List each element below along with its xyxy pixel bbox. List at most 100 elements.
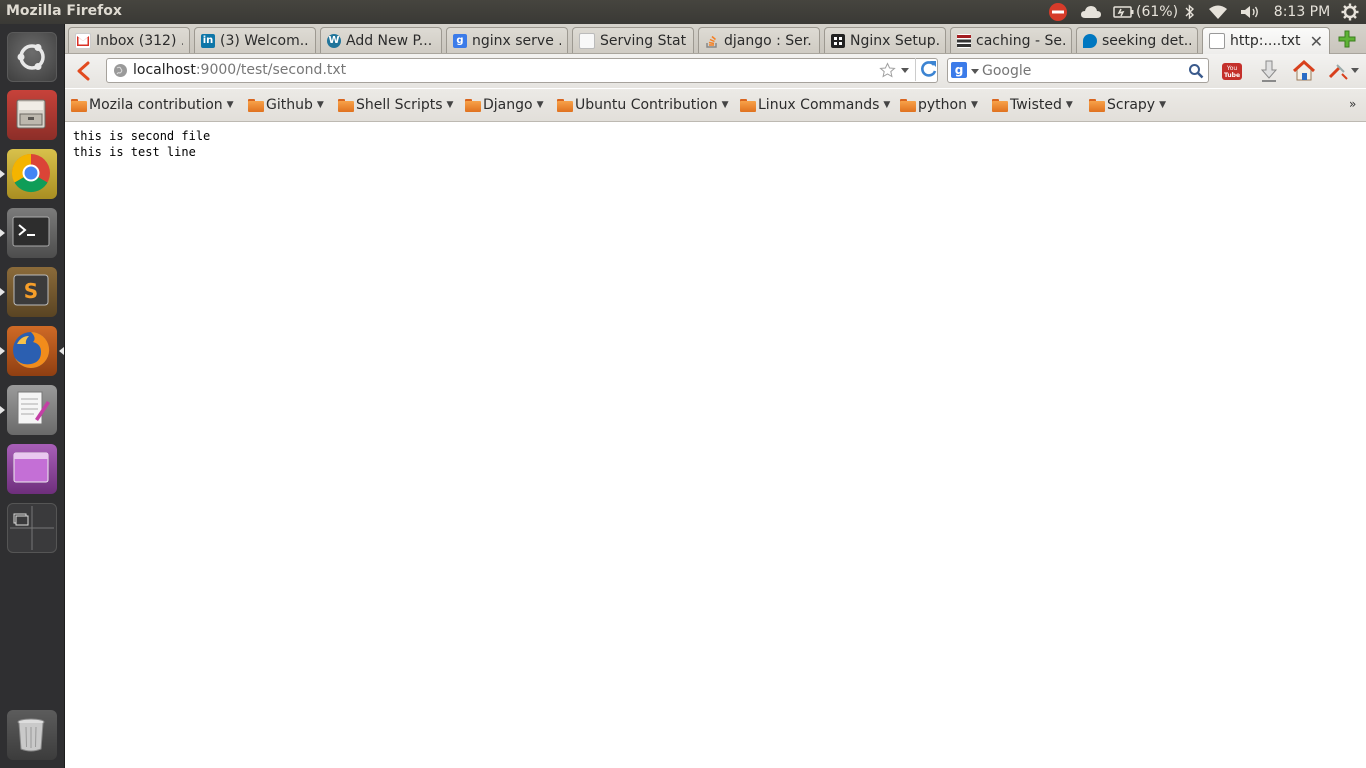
reload-button[interactable] xyxy=(915,58,938,81)
url-history-dropdown-icon[interactable] xyxy=(901,68,909,73)
google-icon: g xyxy=(453,33,467,48)
sublime-text-icon: S xyxy=(13,274,49,306)
volume-icon[interactable] xyxy=(1238,0,1262,24)
workspace-grid-icon xyxy=(10,506,54,550)
bookmark-folder-twisted[interactable]: Twisted ▼ xyxy=(992,96,1073,114)
text-editor-launcher-button[interactable] xyxy=(7,385,57,435)
search-input[interactable] xyxy=(982,61,1182,80)
tab-serving-static[interactable]: Serving Stat... xyxy=(572,27,694,53)
bookmark-folder-shell-scripts[interactable]: Shell Scripts ▼ xyxy=(338,96,453,114)
running-indicator-sublime xyxy=(0,288,5,296)
home-icon xyxy=(1292,59,1316,81)
chrome-launcher-button[interactable] xyxy=(7,149,57,199)
bookmark-label: Scrapy xyxy=(1107,97,1156,113)
bookmark-folder-scrapy[interactable]: Scrapy ▼ xyxy=(1089,96,1166,114)
folder-icon xyxy=(71,98,87,112)
unity-launcher: S xyxy=(0,24,65,768)
workspace-app-launcher-button[interactable] xyxy=(7,444,57,494)
back-arrow-icon xyxy=(77,61,90,81)
tab-django-serve[interactable]: django : Ser... xyxy=(698,27,820,53)
tab-nginx-setup[interactable]: Nginx Setup... xyxy=(824,27,946,53)
focused-indicator-firefox xyxy=(59,347,64,355)
folder-icon xyxy=(248,98,264,112)
tab-title: (3) Welcom... xyxy=(220,32,309,49)
tab-active-second-txt[interactable]: http:....txt ✕ xyxy=(1202,27,1330,54)
home-button[interactable] xyxy=(1291,58,1317,84)
tab-add-new-post[interactable]: W Add New P... xyxy=(320,27,442,53)
bluetooth-icon[interactable] xyxy=(1182,0,1198,24)
back-button[interactable] xyxy=(73,60,95,82)
bookmark-folder-python[interactable]: python ▼ xyxy=(900,96,978,114)
cloud-icon[interactable] xyxy=(1078,0,1104,24)
addon-dropdown-icon[interactable] xyxy=(1351,68,1359,73)
tab-title: Serving Stat... xyxy=(600,32,687,49)
reload-icon xyxy=(921,61,937,77)
tab-title: seeking det... xyxy=(1102,32,1191,49)
bookmarks-overflow-chevron-icon[interactable]: » xyxy=(1349,97,1356,111)
addon-menu-button[interactable] xyxy=(1327,60,1363,82)
bookmark-folder-ubuntu-contribution[interactable]: Ubuntu Contribution ▼ xyxy=(557,96,729,114)
files-launcher-button[interactable] xyxy=(7,90,57,140)
bookmark-folder-django[interactable]: Django ▼ xyxy=(465,96,544,114)
folder-icon xyxy=(1089,98,1105,112)
tab-seeking-det[interactable]: seeking det... xyxy=(1076,27,1198,53)
session-gear-icon[interactable] xyxy=(1338,0,1362,24)
new-tab-button[interactable] xyxy=(1334,27,1360,51)
stackoverflow-icon xyxy=(705,34,719,48)
download-arrow-icon xyxy=(1260,60,1278,82)
folder-icon xyxy=(900,98,916,112)
wordpress-icon: W xyxy=(327,33,341,48)
firefox-launcher-button[interactable] xyxy=(7,326,57,376)
search-bar[interactable]: g xyxy=(947,58,1209,83)
svg-text:You: You xyxy=(1226,65,1238,72)
page-content: this is second file this is test line xyxy=(65,122,1366,768)
drupal-icon xyxy=(1083,33,1097,48)
dash-home-button[interactable] xyxy=(7,32,57,82)
running-indicator-firefox xyxy=(0,347,5,355)
ubuntu-logo-icon xyxy=(17,44,45,70)
bookmark-label: Django xyxy=(483,97,533,113)
tab-caching[interactable]: caching - Se... xyxy=(950,27,1072,53)
trash-launcher-button[interactable] xyxy=(7,710,57,760)
bookmark-folder-mozila-contribution[interactable]: Mozila contribution ▼ xyxy=(71,96,234,114)
battery-icon[interactable] xyxy=(1112,0,1136,24)
running-indicator-terminal xyxy=(0,229,5,237)
folder-icon xyxy=(740,98,756,112)
sublime-text-launcher-button[interactable]: S xyxy=(7,267,57,317)
terminal-launcher-button[interactable] xyxy=(7,208,57,258)
wifi-icon[interactable] xyxy=(1206,0,1230,24)
search-engine-google-icon[interactable]: g xyxy=(951,62,967,78)
bookmark-label: Shell Scripts xyxy=(356,97,443,113)
bookmark-star-icon[interactable] xyxy=(879,62,896,83)
close-tab-icon[interactable]: ✕ xyxy=(1310,32,1323,51)
tab-title: nginx serve ... xyxy=(472,32,561,49)
search-engine-dropdown-icon[interactable] xyxy=(971,69,979,74)
bookmark-label: Linux Commands xyxy=(758,97,880,113)
tab-title: Inbox (312) ... xyxy=(96,32,183,49)
clock[interactable]: 8:13 PM xyxy=(1272,0,1332,24)
chevron-down-icon: ▼ xyxy=(536,100,544,110)
url-text[interactable]: localhost:9000/test/second.txt xyxy=(133,62,346,78)
svg-text:S: S xyxy=(24,279,38,303)
linkedin-icon: in xyxy=(201,33,215,48)
site-identity-globe-icon[interactable] xyxy=(113,63,128,82)
url-bar[interactable]: localhost:9000/test/second.txt xyxy=(106,58,938,83)
plain-text-document: this is second file this is test line xyxy=(73,129,211,159)
tab-inbox[interactable]: Inbox (312) ... xyxy=(68,27,190,53)
bookmark-folder-linux-commands[interactable]: Linux Commands ▼ xyxy=(740,96,890,114)
app-window-icon xyxy=(13,452,49,483)
tab-nginx-serve[interactable]: g nginx serve ... xyxy=(446,27,568,53)
top-panel: Mozilla Firefox (61%) 8:13 PM xyxy=(0,0,1366,24)
downloads-button[interactable] xyxy=(1257,58,1281,84)
no-entry-indicator-icon[interactable] xyxy=(1046,0,1070,24)
youtube-addon-button[interactable]: You Tube xyxy=(1219,58,1245,84)
workspace-switcher-button[interactable] xyxy=(7,503,57,553)
bookmark-folder-github[interactable]: Github ▼ xyxy=(248,96,324,114)
tab-linkedin[interactable]: in (3) Welcom... xyxy=(194,27,316,53)
bookmark-label: Ubuntu Contribution xyxy=(575,97,718,113)
url-host: localhost xyxy=(133,62,196,78)
window-title: Mozilla Firefox xyxy=(6,3,122,19)
tab-title: Nginx Setup... xyxy=(850,32,939,49)
search-magnifier-icon[interactable] xyxy=(1188,63,1204,83)
folder-icon xyxy=(992,98,1008,112)
